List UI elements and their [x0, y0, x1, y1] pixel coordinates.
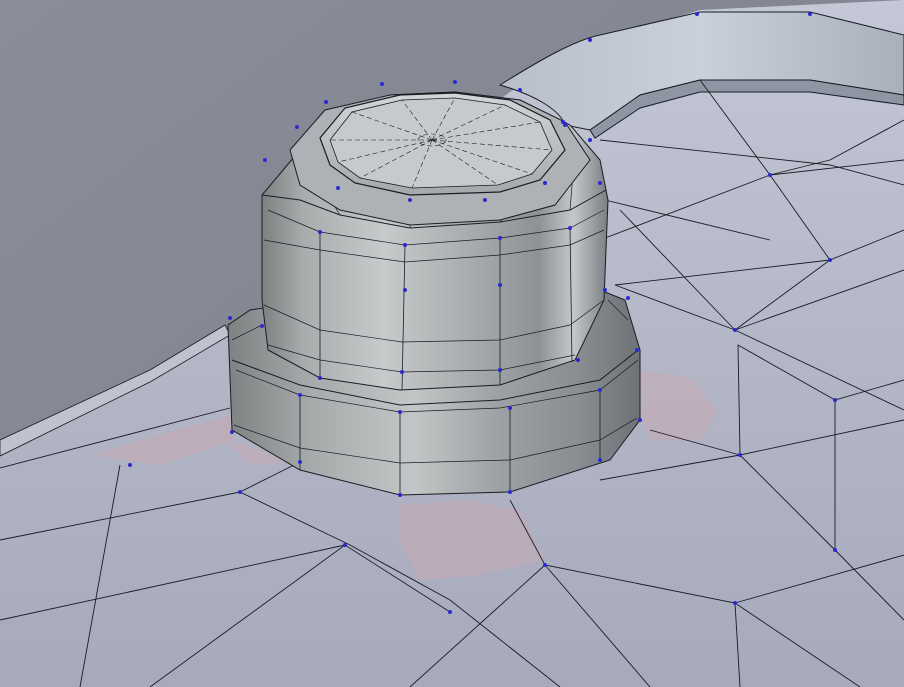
cap-top: [289, 91, 591, 226]
3d-viewport[interactable]: [0, 0, 904, 687]
mesh-render: [0, 0, 904, 687]
